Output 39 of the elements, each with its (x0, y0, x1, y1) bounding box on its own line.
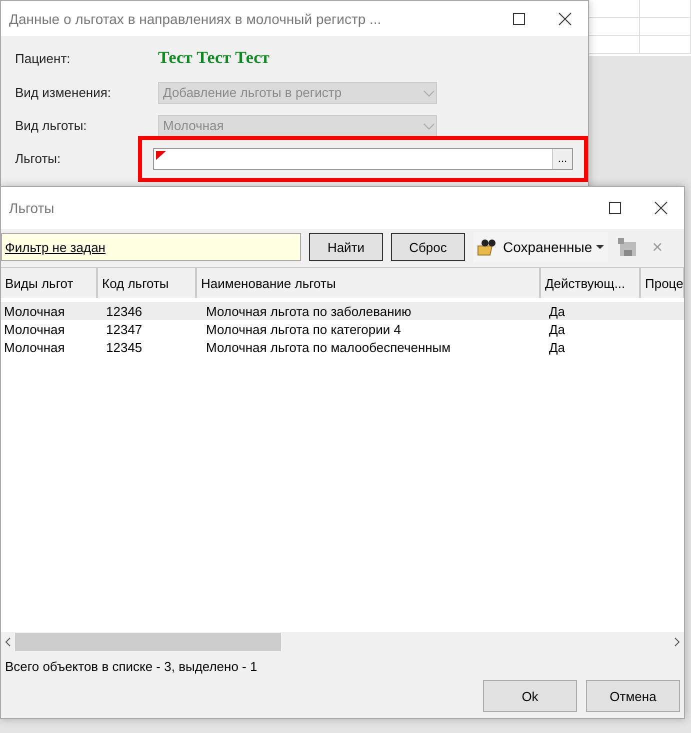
column-header[interactable]: Код льготы (98, 268, 197, 298)
field-label: Вид льготы: (15, 118, 88, 133)
table-cell-text: Молочная льгота по заболеванию (205, 302, 412, 320)
find-button[interactable]: Найти (309, 233, 383, 261)
window-title: Льготы (9, 200, 56, 216)
patient-name: Тест Тест Тест (158, 48, 270, 68)
column-header[interactable]: Виды льгот (1, 268, 98, 298)
window-title: Данные о льготах в направлениях в молочный регистр ... (9, 10, 382, 26)
table-cell-text: Молочная (3, 338, 66, 356)
filter-link[interactable]: Фильтр не задан (5, 240, 106, 254)
reset-button[interactable]: Сброс (391, 233, 465, 261)
column-header[interactable]: Наименование льготы (197, 268, 541, 298)
table-cell-text: Молочная (3, 302, 66, 320)
table-cell-text: Молочная (3, 320, 66, 338)
ok-button[interactable]: Ok (483, 680, 577, 712)
table-cell-text: Да (548, 338, 566, 356)
field-label: Льготы: (15, 151, 62, 166)
chevron-down-icon (422, 88, 436, 98)
table-cell-text: 12346 (105, 302, 144, 320)
input-field[interactable]: ... (153, 148, 573, 170)
browse-button[interactable]: ... (552, 148, 572, 168)
status-text: Всего объектов в списке - 3, выделено - 1 (5, 658, 258, 674)
chevron-down-icon (422, 120, 436, 130)
table-cell-text: Да (548, 302, 566, 320)
cancel-button[interactable]: Отмена (586, 680, 680, 712)
field-label: Пациент: (15, 50, 72, 66)
table-cell-text: Молочная льгота по малообеспеченным (205, 338, 452, 356)
field-label: Вид изменения: (15, 85, 112, 100)
caret-icon (596, 244, 604, 250)
horizontal-scrollbar[interactable] (1, 632, 684, 652)
table-cell-text: 12345 (105, 338, 144, 356)
column-header[interactable]: Действующ... (541, 268, 641, 298)
table-cell-text: Да (548, 320, 566, 338)
table-cell-text: 12347 (105, 320, 144, 338)
table-cell-text: Молочная льгота по категории 4 (205, 320, 402, 338)
table-row[interactable]: Молочная 12346 Молочная льгота по заболеванию Да (1, 302, 684, 320)
filter-field[interactable]: Фильтр не задан (1, 233, 301, 261)
save-icon[interactable] (616, 237, 638, 257)
column-header[interactable]: Проце (641, 268, 684, 298)
